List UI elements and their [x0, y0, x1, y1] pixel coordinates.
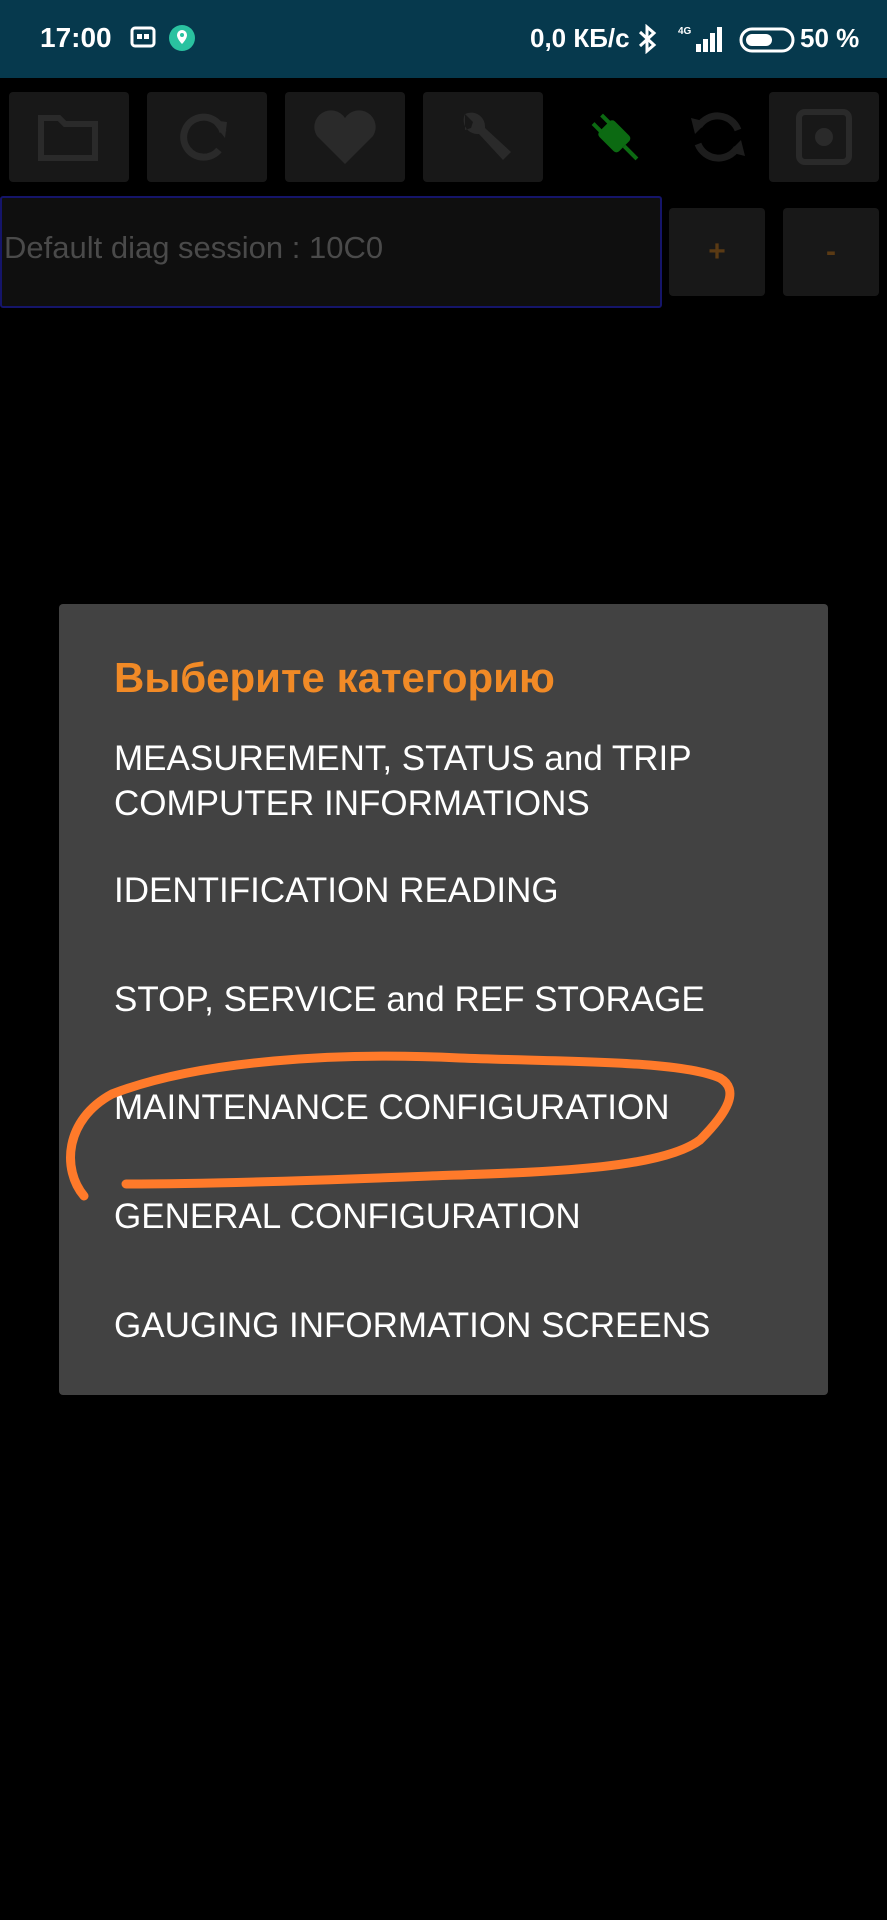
battery-percent: 50 % — [800, 23, 860, 53]
plug-icon — [591, 113, 639, 161]
category-item-measurement[interactable]: MEASUREMENT, STATUS and TRIP COMPUTER IN… — [114, 736, 794, 826]
status-time: 17:00 — [40, 22, 112, 53]
category-item-general[interactable]: GENERAL CONFIGURATION — [114, 1194, 794, 1239]
open-folder-button[interactable] — [9, 92, 129, 182]
favorite-button[interactable] — [285, 92, 405, 182]
gear-icon — [796, 109, 852, 165]
tools-button[interactable] — [423, 92, 543, 182]
settings-button[interactable] — [769, 92, 879, 182]
signal-icon: 4G — [676, 24, 726, 59]
category-item-stop-service[interactable]: STOP, SERVICE and REF STORAGE — [114, 977, 794, 1022]
category-dialog: Выберите категорию MEASUREMENT, STATUS a… — [59, 604, 828, 1395]
refresh-icon — [180, 113, 227, 161]
diag-session-value: Default diag session : 10C0 — [4, 230, 384, 265]
bluetooth-icon — [634, 23, 660, 59]
wrench-icon — [463, 112, 511, 160]
category-item-identification[interactable]: IDENTIFICATION READING — [114, 868, 794, 913]
category-item-gauging[interactable]: GAUGING INFORMATION SCREENS — [114, 1303, 794, 1348]
category-item-maintenance[interactable]: MAINTENANCE CONFIGURATION — [114, 1085, 794, 1130]
session-minus-button[interactable]: - — [783, 208, 879, 296]
connection-button[interactable] — [560, 92, 670, 182]
network-speed: 0,0 КБ/с — [530, 23, 630, 53]
cast-icon — [130, 24, 156, 55]
signal-type-label: 4G — [678, 26, 692, 37]
session-plus-button[interactable]: + — [669, 208, 765, 296]
status-bar: 17:00 0,0 КБ/с 4G 50 % — [0, 0, 887, 78]
sync-icon — [691, 112, 745, 162]
refresh-button[interactable] — [147, 92, 267, 182]
diag-session-field[interactable]: Default diag session : 10C0 — [0, 196, 662, 308]
location-app-icon — [168, 24, 196, 57]
sync-button[interactable] — [663, 92, 773, 182]
dialog-title: Выберите категорию — [114, 654, 555, 701]
folder-icon — [38, 115, 98, 161]
heart-icon — [314, 110, 376, 164]
battery-icon — [739, 27, 795, 58]
